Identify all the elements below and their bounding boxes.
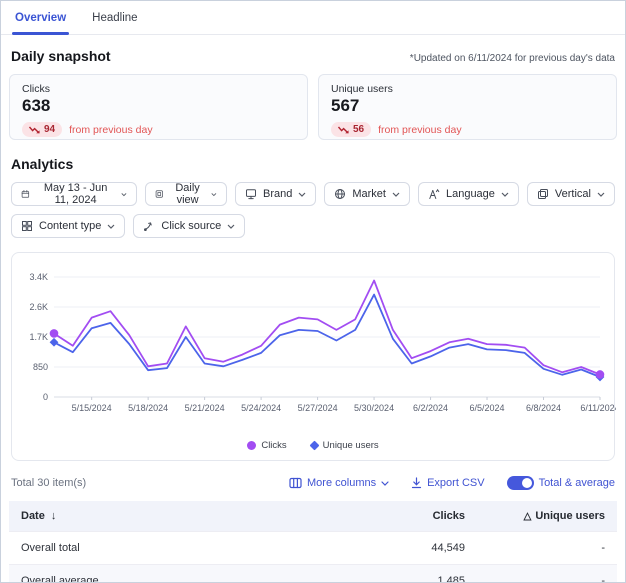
chevron-down-icon	[381, 481, 389, 486]
cell-date: Overall average	[9, 565, 327, 583]
table-row-overall-average: Overall average 1,485 -	[9, 565, 617, 583]
unique-users-delta-badge: 56	[331, 122, 371, 137]
trending-down-icon	[338, 126, 349, 134]
table-controls: Total 30 item(s) More columns Export CSV…	[11, 476, 615, 490]
filter-market[interactable]: Market	[324, 182, 410, 206]
updated-note: *Updated on 6/11/2024 for previous day's…	[410, 53, 615, 64]
filter-date-range[interactable]: May 13 - Jun 11, 2024	[11, 182, 137, 206]
column-header-unique-users[interactable]: △Unique users	[477, 501, 617, 532]
chevron-down-icon	[597, 192, 605, 197]
legend-clicks[interactable]: Clicks	[247, 440, 286, 451]
cell-clicks: 1,485	[327, 565, 477, 583]
daily-view-icon	[155, 188, 164, 200]
filter-language[interactable]: Language	[418, 182, 519, 206]
globe-icon	[334, 188, 346, 200]
analytics-title: Analytics	[11, 156, 615, 172]
tab-headline[interactable]: Headline	[92, 12, 137, 34]
clicks-series-marker-icon	[247, 441, 256, 450]
svg-text:5/24/2024: 5/24/2024	[241, 403, 281, 413]
line-chart: 0 850 1.7K 2.6K 3.4K 5/15/2024 5/18/2024 5/21/2…	[14, 261, 616, 433]
analytics-chart-card: 0 850 1.7K 2.6K 3.4K 5/15/2024 5/18/2024 5/21/2…	[11, 252, 615, 461]
svg-text:6/8/2024: 6/8/2024	[526, 403, 561, 413]
warning-triangle-icon: △	[524, 511, 532, 522]
download-icon	[411, 477, 422, 489]
snapshot-cards: Clicks 638 94 from previous day Unique u…	[9, 74, 617, 140]
total-average-label: Total & average	[539, 477, 615, 489]
svg-text:1.7K: 1.7K	[29, 332, 48, 342]
svg-text:6/2/2024: 6/2/2024	[413, 403, 448, 413]
chart-legend: Clicks Unique users	[14, 438, 612, 456]
chevron-down-icon	[107, 224, 115, 229]
tab-bar: Overview Headline	[1, 1, 625, 35]
filter-daily-view[interactable]: Daily view	[145, 182, 227, 206]
table-row-overall-total: Overall total 44,549 -	[9, 532, 617, 565]
svg-text:5/30/2024: 5/30/2024	[354, 403, 394, 413]
language-icon	[428, 188, 440, 200]
clicks-card: Clicks 638 94 from previous day	[9, 74, 308, 140]
chevron-down-icon	[121, 192, 127, 197]
filter-row-1: May 13 - Jun 11, 2024 Daily view Brand M…	[11, 182, 615, 206]
device-icon	[245, 188, 257, 200]
svg-text:0: 0	[43, 392, 48, 402]
analytics-dashboard: Overview Headline Daily snapshot *Update…	[0, 0, 626, 583]
cell-date: Overall total	[9, 532, 327, 565]
trending-down-icon	[29, 126, 40, 134]
filter-brand[interactable]: Brand	[235, 182, 316, 206]
analytics-table: Date↓ Clicks △Unique users Overall total…	[9, 501, 617, 583]
chevron-down-icon	[501, 192, 509, 197]
column-header-clicks[interactable]: Clicks	[327, 501, 477, 532]
unique-users-card: Unique users 567 56 from previous day	[318, 74, 617, 140]
clicks-card-label: Clicks	[22, 83, 295, 95]
cell-unique-users: -	[477, 532, 617, 565]
calendar-icon	[21, 188, 30, 200]
svg-text:5/27/2024: 5/27/2024	[298, 403, 338, 413]
chevron-down-icon	[392, 192, 400, 197]
unique-users-card-value: 567	[331, 96, 604, 116]
unique-users-delta-text: from previous day	[378, 124, 461, 136]
export-csv-button[interactable]: Export CSV	[411, 477, 484, 489]
clicks-delta-text: from previous day	[69, 124, 152, 136]
filter-content-type[interactable]: Content type	[11, 214, 125, 238]
legend-unique-users[interactable]: Unique users	[311, 440, 379, 451]
svg-text:6/5/2024: 6/5/2024	[470, 403, 505, 413]
svg-text:5/15/2024: 5/15/2024	[72, 403, 112, 413]
svg-text:5/18/2024: 5/18/2024	[128, 403, 168, 413]
total-average-control: Total & average	[507, 476, 615, 490]
filter-click-source[interactable]: Click source	[133, 214, 245, 238]
chevron-down-icon	[211, 192, 217, 197]
unique-users-series-marker-icon	[309, 441, 319, 451]
layers-icon	[537, 188, 549, 200]
cell-unique-users: -	[477, 565, 617, 583]
svg-text:850: 850	[33, 362, 48, 372]
svg-text:2.6K: 2.6K	[29, 302, 48, 312]
filter-row-2: Content type Click source	[11, 214, 615, 238]
filter-vertical[interactable]: Vertical	[527, 182, 615, 206]
clicks-delta-badge: 94	[22, 122, 62, 137]
columns-icon	[289, 477, 302, 489]
grid-icon	[21, 220, 33, 232]
chevron-down-icon	[227, 224, 235, 229]
svg-text:3.4K: 3.4K	[29, 272, 48, 282]
table-header-row: Date↓ Clicks △Unique users	[9, 501, 617, 532]
column-header-date[interactable]: Date↓	[9, 501, 327, 532]
cell-clicks: 44,549	[327, 532, 477, 565]
clicks-card-value: 638	[22, 96, 295, 116]
svg-text:6/11/2024: 6/11/2024	[580, 403, 616, 413]
click-arrow-icon	[143, 220, 155, 232]
more-columns-button[interactable]: More columns	[289, 477, 389, 489]
total-items-text: Total 30 item(s)	[11, 477, 267, 489]
sort-descending-icon[interactable]: ↓	[51, 510, 57, 522]
svg-text:5/21/2024: 5/21/2024	[185, 403, 225, 413]
chevron-down-icon	[298, 192, 306, 197]
unique-users-card-label: Unique users	[331, 83, 604, 95]
daily-snapshot-title: Daily snapshot	[11, 48, 111, 64]
total-average-toggle[interactable]	[507, 476, 534, 490]
tab-overview[interactable]: Overview	[15, 12, 66, 34]
